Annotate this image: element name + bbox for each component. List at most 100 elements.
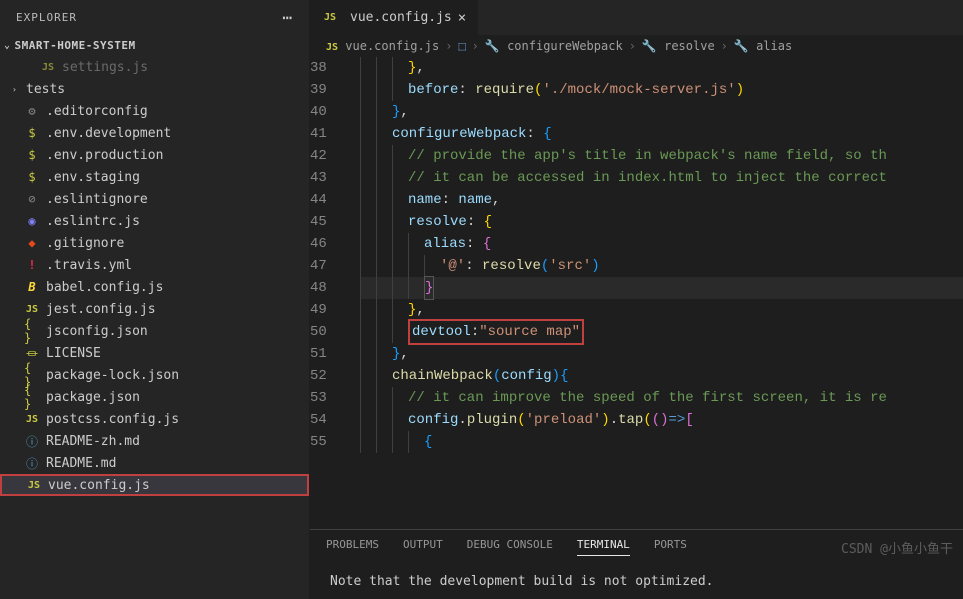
code-line[interactable]: }, <box>360 57 963 79</box>
code-line[interactable]: config.plugin('preload').tap(() => [ <box>360 409 963 431</box>
file-item[interactable]: ⓘREADME-zh.md <box>0 430 309 452</box>
chevron-down-icon: ⌄ <box>4 40 11 51</box>
breadcrumb-item[interactable]: 🔧 alias <box>734 39 792 53</box>
workspace-name: SMART-HOME-SYSTEM <box>15 39 136 52</box>
code-line[interactable]: alias: { <box>360 233 963 255</box>
file-name: .env.staging <box>46 170 140 185</box>
code-line[interactable]: '@': resolve('src') <box>360 255 963 277</box>
watermark: CSDN @小鱼小鱼干 <box>841 538 953 557</box>
file-tree[interactable]: JSsettings.js › tests ⚙.editorconfig$.env.d… <box>0 56 309 599</box>
code-line[interactable]: chainWebpack(config) { <box>360 365 963 387</box>
file-name: settings.js <box>62 60 148 75</box>
panel-tab-ports[interactable]: PORTS <box>654 538 687 556</box>
file-item[interactable]: JSpostcss.config.js <box>0 408 309 430</box>
code-line[interactable]: // it can improve the speed of the first… <box>360 387 963 409</box>
file-item[interactable]: JSsettings.js <box>0 56 309 78</box>
file-item[interactable]: ⏛LICENSE <box>0 342 309 364</box>
code-line[interactable]: name: name, <box>360 189 963 211</box>
line-number: 55 <box>310 431 342 453</box>
js-icon: JS <box>322 10 338 26</box>
code-line[interactable]: }, <box>360 343 963 365</box>
tab-vue-config[interactable]: JS vue.config.js × <box>310 0 479 35</box>
line-number: 43 <box>310 167 342 189</box>
code-line[interactable]: before: require('./mock/mock-server.js') <box>360 79 963 101</box>
folder-item[interactable]: › tests <box>0 78 309 100</box>
file-name: postcss.config.js <box>46 412 179 427</box>
explorer-sidebar: EXPLORER ⋯ ⌄ SMART-HOME-SYSTEM JSsetting… <box>0 0 310 599</box>
tab-label: vue.config.js <box>350 10 452 25</box>
panel-tab-output[interactable]: OUTPUT <box>403 538 443 556</box>
file-item[interactable]: ⓘREADME.md <box>0 452 309 474</box>
panel-tab-terminal[interactable]: TERMINAL <box>577 538 630 556</box>
file-item[interactable]: !.travis.yml <box>0 254 309 276</box>
code-editor[interactable]: 383940414243444546474849505152535455 },b… <box>310 57 963 529</box>
file-item[interactable]: $.env.development <box>0 122 309 144</box>
line-number: 49 <box>310 299 342 321</box>
code-line[interactable]: devtool:"source map" <box>360 321 963 343</box>
file-item[interactable]: { }jsconfig.json <box>0 320 309 342</box>
main-area: JS vue.config.js × JS vue.config.js › ⬚ › 🔧… <box>310 0 963 599</box>
file-name: jest.config.js <box>46 302 156 317</box>
file-name: package.json <box>46 390 140 405</box>
line-number: 41 <box>310 123 342 145</box>
line-number: 45 <box>310 211 342 233</box>
file-item[interactable]: JSvue.config.js <box>0 474 309 496</box>
file-item[interactable]: $.env.staging <box>0 166 309 188</box>
terminal-content[interactable]: Note that the development build is not o… <box>310 564 963 599</box>
more-actions-icon[interactable]: ⋯ <box>282 8 293 27</box>
explorer-header: EXPLORER ⋯ <box>0 0 309 35</box>
file-name: babel.config.js <box>46 280 163 295</box>
code-line[interactable]: { <box>360 431 963 453</box>
file-item[interactable]: ◆.gitignore <box>0 232 309 254</box>
file-item[interactable]: ⚙.editorconfig <box>0 100 309 122</box>
close-icon[interactable]: × <box>458 10 466 26</box>
code-line[interactable]: }, <box>360 101 963 123</box>
chevron-right-icon: › <box>12 85 22 94</box>
code-line[interactable]: resolve: { <box>360 211 963 233</box>
file-item[interactable]: Bbabel.config.js <box>0 276 309 298</box>
breadcrumb[interactable]: JS vue.config.js›⬚ ›🔧 configureWebpack›🔧… <box>310 35 963 57</box>
line-number: 46 <box>310 233 342 255</box>
file-item[interactable]: JSjest.config.js <box>0 298 309 320</box>
code-line[interactable]: // it can be accessed in index.html to i… <box>360 167 963 189</box>
file-name: .eslintrc.js <box>46 214 140 229</box>
file-name: package-lock.json <box>46 368 179 383</box>
line-number: 52 <box>310 365 342 387</box>
folder-name: tests <box>26 82 65 97</box>
breadcrumb-item[interactable]: JS vue.config.js <box>326 39 439 53</box>
file-item[interactable]: { }package-lock.json <box>0 364 309 386</box>
line-number: 42 <box>310 145 342 167</box>
line-gutter: 383940414243444546474849505152535455 <box>310 57 360 529</box>
line-number: 47 <box>310 255 342 277</box>
code-line[interactable]: }, <box>360 299 963 321</box>
file-name: .travis.yml <box>46 258 132 273</box>
line-number: 51 <box>310 343 342 365</box>
code-content[interactable]: },before: require('./mock/mock-server.js… <box>360 57 963 529</box>
workspace-header[interactable]: ⌄ SMART-HOME-SYSTEM <box>0 35 309 56</box>
explorer-title: EXPLORER <box>16 11 77 24</box>
panel-tab-problems[interactable]: PROBLEMS <box>326 538 379 556</box>
line-number: 53 <box>310 387 342 409</box>
breadcrumb-separator: › <box>472 39 479 53</box>
terminal-line: Note that the development build is not o… <box>330 574 943 589</box>
breadcrumb-item[interactable]: ⬚ <box>458 39 465 53</box>
file-name: .env.production <box>46 148 163 163</box>
code-line[interactable]: configureWebpack: { <box>360 123 963 145</box>
file-name: README-zh.md <box>46 434 140 449</box>
file-item[interactable]: $.env.production <box>0 144 309 166</box>
file-name: vue.config.js <box>48 478 150 493</box>
file-item[interactable]: ⊘.eslintignore <box>0 188 309 210</box>
file-item[interactable]: { }package.json <box>0 386 309 408</box>
breadcrumb-item[interactable]: 🔧 resolve <box>642 39 715 53</box>
breadcrumb-separator: › <box>721 39 728 53</box>
editor-tabs: JS vue.config.js × <box>310 0 963 35</box>
code-line[interactable]: } <box>360 277 963 299</box>
code-line[interactable]: // provide the app's title in webpack's … <box>360 145 963 167</box>
line-number: 40 <box>310 101 342 123</box>
file-item[interactable]: ◉.eslintrc.js <box>0 210 309 232</box>
breadcrumb-item[interactable]: 🔧 configureWebpack <box>485 39 623 53</box>
line-number: 48 <box>310 277 342 299</box>
file-name: README.md <box>46 456 116 471</box>
line-number: 39 <box>310 79 342 101</box>
panel-tab-debug-console[interactable]: DEBUG CONSOLE <box>467 538 553 556</box>
